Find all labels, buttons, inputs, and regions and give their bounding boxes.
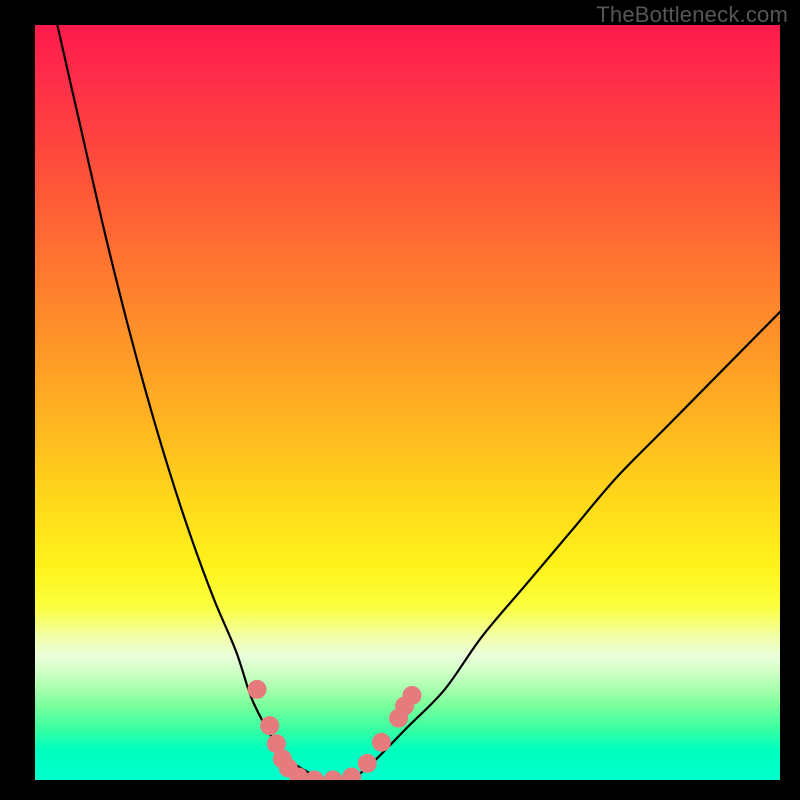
curve-markers	[248, 680, 422, 780]
data-marker	[324, 771, 343, 781]
data-marker	[402, 686, 421, 705]
chart-frame: TheBottleneck.com	[0, 0, 800, 800]
data-marker	[358, 754, 377, 773]
data-marker	[248, 680, 267, 699]
curve-svg	[35, 25, 780, 780]
data-marker	[372, 733, 391, 752]
data-marker	[260, 716, 279, 735]
watermark-text: TheBottleneck.com	[596, 2, 788, 28]
bottleneck-curve	[35, 25, 780, 780]
plot-area	[35, 25, 780, 780]
data-marker	[342, 767, 361, 780]
